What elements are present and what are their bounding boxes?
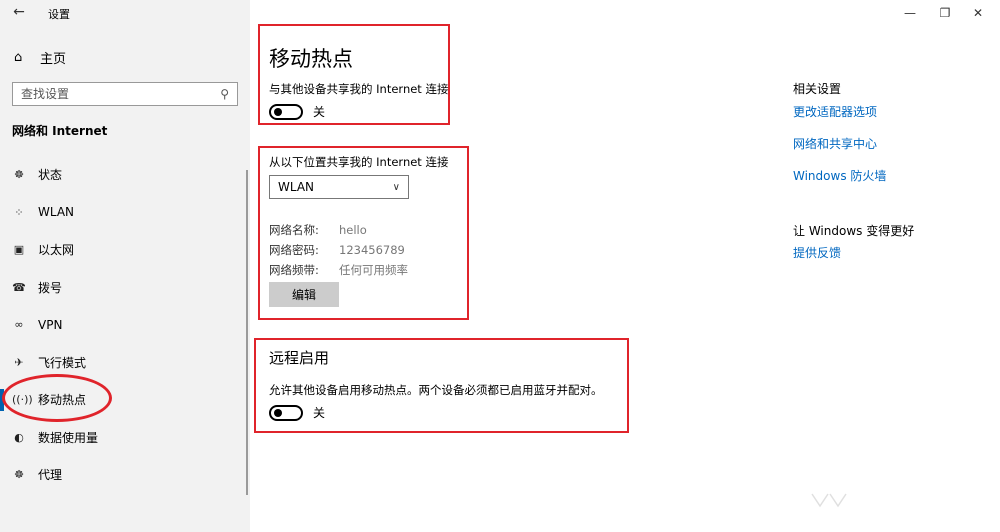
sidebar-item-label: WLAN (38, 205, 75, 220)
network-password-value: 123456789 (339, 243, 405, 257)
annotation-box-share-from: 从以下位置共享我的 Internet 连接 WLAN ∨ 网络名称: hello… (258, 146, 469, 320)
sidebar-item-label: 以太网 (38, 243, 75, 258)
sidebar-item-proxy[interactable]: ☸ 代理 (0, 456, 246, 494)
network-band-value: 任何可用频率 (339, 263, 408, 277)
section-title: 网络和 Internet (12, 124, 108, 138)
toggle-knob (274, 408, 282, 417)
toggle-knob (274, 107, 282, 116)
window-title: 设置 (48, 8, 70, 21)
sidebar-item-label: 状态 (38, 168, 63, 183)
link-adapter-options[interactable]: 更改适配器选项 (793, 103, 914, 120)
network-name-value: hello (339, 223, 367, 237)
related-title: 相关设置 (793, 82, 842, 96)
sidebar-scrollbar[interactable] (246, 170, 248, 495)
chevron-down-icon: ∨ (392, 181, 400, 193)
sidebar-item-label: 拨号 (38, 280, 63, 295)
annotation-box-remote: 远程启用 允许其他设备启用移动热点。两个设备必须都已启用蓝牙并配对。 关 (254, 338, 629, 433)
sidebar-item-label: 移动热点 (38, 393, 87, 408)
airplane-icon: ✈ (14, 355, 24, 369)
remote-toggle[interactable]: 关 (269, 404, 325, 421)
sidebar-item-vpn[interactable]: ∞ VPN (0, 306, 246, 344)
sidebar: ← 设置 ⌂ 主页 ⚲ 网络和 Internet ☸ 状态 ⁘ WLAN ▣ 以… (0, 0, 250, 532)
sidebar-item-home[interactable]: ⌂ 主页 (14, 48, 66, 67)
link-network-sharing-center[interactable]: 网络和共享中心 (793, 135, 914, 152)
ethernet-icon: ▣ (13, 243, 25, 257)
sidebar-item-ethernet[interactable]: ▣ 以太网 (0, 231, 246, 269)
data-usage-icon: ◐ (14, 430, 24, 444)
network-band-row: 网络频带: 任何可用频率 (269, 260, 408, 280)
sidebar-item-hotspot[interactable]: ((·)) 移动热点 (0, 381, 246, 419)
search-input[interactable] (21, 87, 221, 101)
proxy-globe-icon: ☸ (14, 468, 24, 482)
sidebar-item-label: 数据使用量 (38, 430, 99, 445)
toggle-track (269, 404, 303, 421)
active-indicator (0, 389, 4, 411)
sidebar-item-wlan[interactable]: ⁘ WLAN (0, 194, 246, 232)
sidebar-item-label: 主页 (40, 52, 67, 67)
network-password-row: 网络密码: 123456789 (269, 240, 408, 260)
sidebar-item-data-usage[interactable]: ◐ 数据使用量 (0, 419, 246, 457)
search-icon[interactable]: ⚲ (220, 87, 229, 101)
wifi-icon: ⁘ (14, 205, 24, 219)
network-band-key: 网络频带: (269, 263, 319, 277)
back-arrow-icon[interactable]: ← (10, 3, 28, 21)
search-box[interactable]: ⚲ (12, 82, 238, 106)
share-toggle[interactable]: 关 (269, 103, 325, 120)
toggle-label: 关 (313, 406, 326, 420)
watermark-logo (811, 493, 847, 508)
sidebar-item-airplane[interactable]: ✈ 飞行模式 (0, 344, 246, 382)
improve-title: 让 Windows 变得更好 (793, 224, 915, 238)
home-icon: ⌂ (14, 50, 23, 65)
sidebar-item-dialup[interactable]: ☎ 拨号 (0, 269, 246, 307)
toggle-label: 关 (313, 105, 326, 119)
sidebar-item-label: VPN (38, 317, 63, 332)
share-from-select[interactable]: WLAN ∨ (269, 175, 409, 199)
toggle-track (269, 103, 303, 120)
sidebar-item-status[interactable]: ☸ 状态 (0, 156, 246, 194)
hotspot-icon: ((·)) (12, 393, 33, 407)
page-title: 移动热点 (269, 47, 353, 71)
sidebar-nav: ☸ 状态 ⁘ WLAN ▣ 以太网 ☎ 拨号 ∞ VPN ✈ 飞行模式 ((·)… (0, 156, 246, 494)
related-settings: 相关设置 更改适配器选项 网络和共享中心 Windows 防火墙 让 Windo… (793, 80, 914, 261)
annotation-box-hotspot: 移动热点 与其他设备共享我的 Internet 连接 关 (258, 24, 450, 125)
edit-button[interactable]: 编辑 (269, 282, 339, 307)
sidebar-item-label: 代理 (38, 468, 63, 483)
vpn-icon: ∞ (14, 318, 24, 332)
share-label: 与其他设备共享我的 Internet 连接 (269, 82, 449, 96)
dialup-icon: ☎ (12, 280, 26, 294)
sidebar-item-label: 飞行模式 (38, 355, 87, 370)
remote-title: 远程启用 (269, 349, 330, 367)
share-from-label: 从以下位置共享我的 Internet 连接 (269, 155, 449, 169)
select-value: WLAN (278, 180, 315, 194)
network-properties: 网络名称: hello 网络密码: 123456789 网络频带: 任何可用频率 (269, 220, 408, 280)
network-password-key: 网络密码: (269, 243, 319, 257)
main-content: 移动热点 与其他设备共享我的 Internet 连接 关 从以下位置共享我的 I… (250, 0, 1000, 532)
link-windows-firewall[interactable]: Windows 防火墙 (793, 167, 914, 184)
remote-desc: 允许其他设备启用移动热点。两个设备必须都已启用蓝牙并配对。 (269, 383, 603, 397)
network-name-row: 网络名称: hello (269, 220, 408, 240)
link-feedback[interactable]: 提供反馈 (793, 244, 914, 261)
network-name-key: 网络名称: (269, 223, 319, 237)
globe-icon: ☸ (14, 168, 24, 182)
